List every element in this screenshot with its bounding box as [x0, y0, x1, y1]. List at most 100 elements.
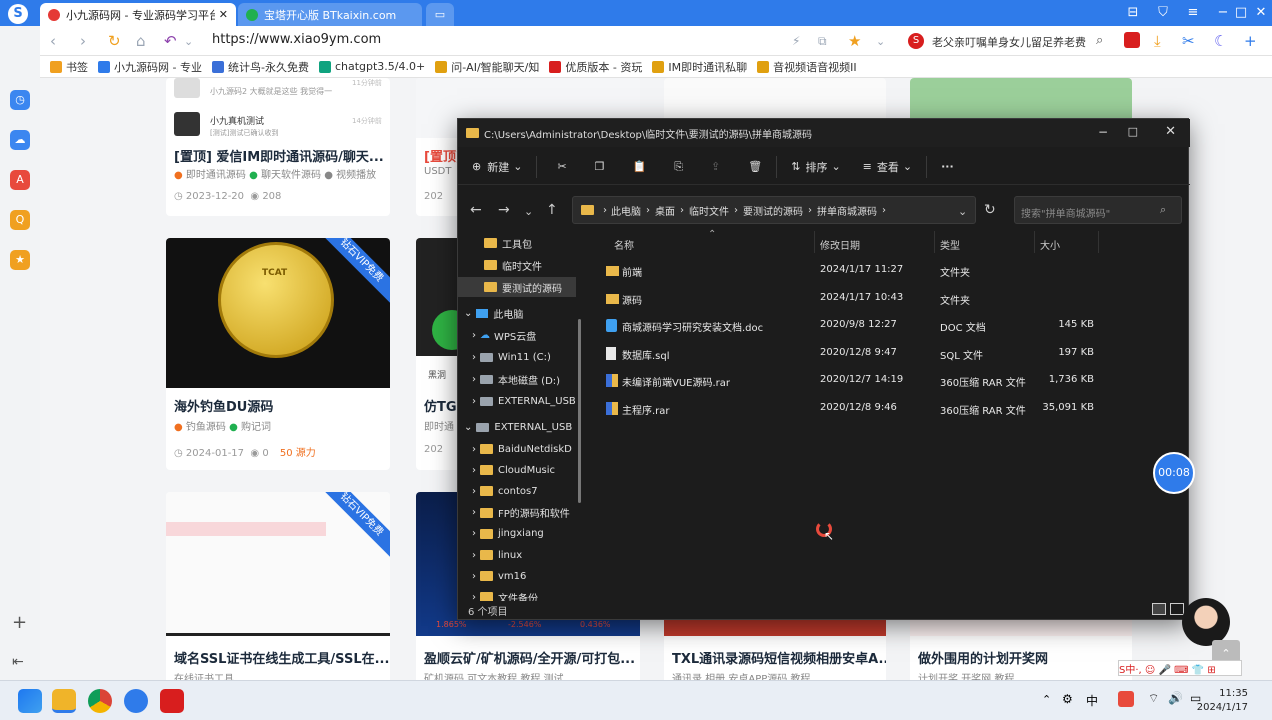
lightning-icon[interactable]: ⚡ — [792, 34, 800, 48]
column-header-type[interactable]: 类型 — [940, 237, 960, 252]
chrome-icon[interactable] — [88, 689, 112, 713]
breadcrumb-item[interactable]: 桌面 — [655, 203, 675, 218]
pdf-icon[interactable]: A — [10, 170, 30, 190]
download-icon[interactable]: ⤓ — [1154, 32, 1161, 50]
home-icon[interactable]: ⌂ — [136, 32, 146, 50]
nav-item-folder[interactable]: › CloudMusic — [458, 460, 576, 480]
up-icon[interactable]: ↑ — [546, 202, 558, 218]
plus-icon[interactable]: + — [1244, 32, 1257, 50]
forward-icon[interactable]: → — [498, 202, 510, 218]
nav-item-c-drive[interactable]: › Win11 (C:) — [458, 347, 576, 367]
card-title[interactable]: TXL通讯录源码短信视频相册安卓A... — [672, 648, 886, 667]
refresh-icon[interactable]: ↻ — [984, 202, 996, 218]
maximize-icon[interactable]: □ — [1232, 5, 1250, 20]
back-icon[interactable]: ‹ — [50, 32, 56, 50]
paste-button[interactable]: 📋 — [633, 160, 647, 173]
start-icon[interactable] — [18, 689, 42, 713]
share-icon[interactable]: ⧉ — [818, 34, 827, 49]
new-button[interactable]: ⊕ 新建 ⌄ — [472, 159, 522, 175]
card-title[interactable]: 海外钓鱼DU源码 — [174, 396, 273, 415]
cloud-icon[interactable]: ☁ — [10, 130, 30, 150]
nav-item-toolkit[interactable]: 工具包 — [458, 233, 576, 253]
nav-item-folder[interactable]: › linux — [458, 545, 576, 565]
menu-icon[interactable]: ≡ — [1184, 5, 1202, 20]
file-row[interactable]: 未编译前端VUE源码.rar 2020/12/7 14:19 360压缩 RAR 文… — [588, 367, 1188, 393]
card-du-phishing[interactable]: TCAT 钻石VIP免费 海外钓鱼DU源码 ● 钓鱼源码 ● 购记词 ◷ 202… — [166, 238, 390, 470]
search-icon[interactable]: ⌕ — [1096, 33, 1103, 48]
thumbnail-view-icon[interactable] — [1170, 603, 1184, 615]
view-button[interactable]: ≡ 查看 ⌄ — [863, 159, 912, 175]
column-header-size[interactable]: 大小 — [1040, 237, 1060, 252]
minimize-icon[interactable]: − — [1214, 5, 1232, 20]
explorer-search-input[interactable]: 搜索"拼单商城源码" — [1014, 196, 1182, 224]
share-button[interactable]: ⇪ — [711, 160, 720, 173]
new-tab-button[interactable]: ▭ — [426, 3, 454, 26]
nav-item-folder[interactable]: › 文件备份 — [458, 587, 576, 601]
sort-button[interactable]: ⇅ 排序 ⌄ — [791, 159, 840, 175]
bookmark-item[interactable]: chatgpt3.5/4.0+ — [318, 60, 425, 73]
address-dropdown-icon[interactable]: ⌄ — [958, 205, 967, 218]
tab-xiao9ym[interactable]: 小九源码网 - 专业源码学习平台 ✕ — [40, 3, 236, 26]
bookmark-item[interactable]: 问-AI/智能聊天/知 — [435, 59, 539, 75]
moon-icon[interactable]: ☾ — [1214, 32, 1227, 50]
close-icon[interactable]: ✕ — [1165, 124, 1176, 139]
column-header-name[interactable]: 名称 — [614, 237, 634, 252]
breadcrumb-item[interactable]: 此电脑 — [611, 203, 641, 218]
more-button[interactable]: ··· — [941, 160, 954, 173]
breadcrumb-item[interactable]: 拼单商城源码 — [817, 203, 877, 218]
undo-icon[interactable]: ↶ — [164, 32, 177, 50]
file-row[interactable]: 前端 2024/1/17 11:27 文件夹 — [588, 257, 1188, 283]
nav-item-folder[interactable]: › BaiduNetdiskD — [458, 439, 576, 459]
chevron-down-icon[interactable]: ⌄ — [876, 35, 885, 48]
wifi-icon[interactable]: ⌔ — [1148, 691, 1159, 706]
breadcrumb-item[interactable]: 要测试的源码 — [743, 203, 803, 218]
grid-icon[interactable]: ⊟ — [1124, 5, 1142, 20]
card-ssl-tool[interactable]: 钻石VIP免费 域名SSL证书在线生成工具/SSL在... 在线证书工具 — [166, 492, 390, 680]
collapse-icon[interactable]: ⇤ — [12, 654, 24, 670]
details-view-icon[interactable] — [1152, 603, 1166, 615]
back-icon[interactable]: ← — [470, 202, 482, 218]
clock-icon[interactable]: ◷ — [10, 90, 30, 110]
nav-item-folder[interactable]: › contos7 — [458, 481, 576, 501]
recording-timer[interactable]: 00:08 — [1153, 452, 1195, 494]
bookmark-item[interactable]: 优质版本 - 资玩 — [549, 59, 642, 75]
nav-item-external-usb[interactable]: ⌄ EXTERNAL_USB — [458, 417, 576, 437]
scissors-icon[interactable]: ✂ — [1182, 32, 1195, 50]
card-title[interactable]: [置顶] 爱信IM即时通讯源码/聊天... — [174, 146, 384, 165]
nav-item-temp[interactable]: 临时文件 — [458, 255, 576, 275]
cut-button[interactable]: ✂ — [557, 160, 566, 173]
chevron-down-icon[interactable]: ⌄ — [524, 205, 533, 218]
search-app-icon[interactable]: Q — [10, 210, 30, 230]
card-title[interactable]: 做外围用的计划开奖网 — [918, 648, 1048, 667]
file-row[interactable]: 数据库.sql 2020/12/8 9:47 SQL 文件 197 KB — [588, 340, 1188, 366]
card-title[interactable]: 域名SSL证书在线生成工具/SSL在... — [174, 648, 389, 667]
delete-button[interactable]: 🗑 — [748, 160, 762, 173]
news-ticker[interactable]: 老父亲叮嘱单身女儿留足养老费 — [932, 34, 1086, 50]
copy-button[interactable]: ❐ — [595, 160, 605, 173]
tab-btkaixin[interactable]: 宝塔开心版 BTkaixin.com — [238, 3, 422, 26]
tray-chevron-icon[interactable]: ⌃ — [1042, 693, 1051, 706]
bookmark-item[interactable]: 音视频语音视频II — [757, 59, 857, 75]
shirt-icon[interactable]: ⛉ — [1154, 5, 1172, 20]
card-aixin-im[interactable]: 小九源码2 大概就是这些 我觉得一 11分钟前 小九真机测试 [测试]测试已确认… — [166, 78, 390, 216]
assistant-avatar[interactable] — [1182, 598, 1230, 646]
refresh-icon[interactable]: ↻ — [108, 32, 121, 50]
favorite-star-icon[interactable]: ★ — [848, 32, 861, 50]
file-row[interactable]: 主程序.rar 2020/12/8 9:46 360压缩 RAR 文件 35,091 … — [588, 395, 1188, 421]
ime-toolbar[interactable]: S中·, ☺ 🎤 ⌨ 👕 ⊞ — [1118, 660, 1242, 676]
rename-button[interactable]: ⎘ — [674, 160, 683, 174]
breadcrumb-item[interactable]: 临时文件 — [689, 203, 729, 218]
nav-item-to-test[interactable]: 要测试的源码 — [458, 277, 576, 297]
file-row[interactable]: 商城源码学习研究安装文档.doc 2020/9/8 12:27 DOC 文档 145 … — [588, 312, 1188, 338]
url-input[interactable]: https://www.xiao9ym.com — [212, 32, 381, 47]
file-row[interactable]: 源码 2024/1/17 10:43 文件夹 — [588, 285, 1188, 311]
nav-item-folder[interactable]: › FP的源码和软件 — [458, 503, 576, 523]
browser-logo-icon[interactable]: S — [8, 4, 28, 24]
nav-item-folder[interactable]: › vm16 — [458, 566, 576, 586]
nav-item-folder[interactable]: › jingxiang — [458, 524, 576, 544]
bookmark-item[interactable]: 书签 — [50, 59, 88, 75]
app-red-icon[interactable] — [1124, 32, 1140, 48]
sogou-ime-icon[interactable] — [1118, 691, 1134, 707]
maximize-icon[interactable]: □ — [1128, 125, 1138, 138]
system-clock[interactable]: 11:35 2024/1/17 — [1197, 687, 1248, 715]
